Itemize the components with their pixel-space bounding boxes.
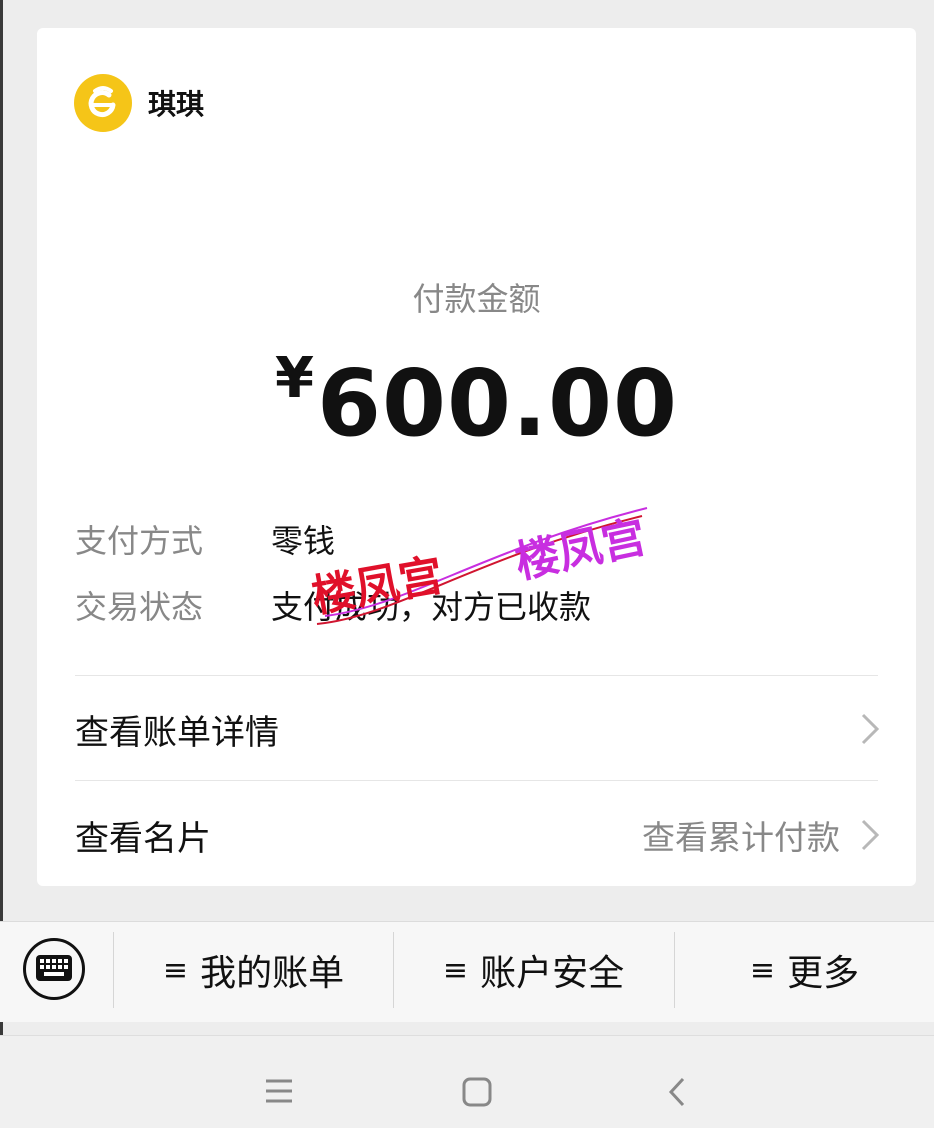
payee[interactable]: 琪琪 bbox=[74, 74, 204, 132]
payment-method-label: 支付方式 bbox=[75, 522, 204, 560]
service-menu-bar: ≡ 我的账单 ≡ 账户安全 ≡ 更多 bbox=[0, 921, 934, 1022]
menu-icon[interactable] bbox=[264, 1078, 294, 1104]
chevron-right-icon bbox=[861, 713, 880, 745]
menu-icon: ≡ bbox=[442, 952, 469, 988]
keyboard-icon bbox=[36, 955, 72, 981]
watermark-text-purple: 楼凤宫 bbox=[511, 511, 651, 588]
payment-amount: ¥600.00 bbox=[37, 346, 916, 457]
transaction-status-value: 支付成功，对方已收款 bbox=[271, 588, 592, 626]
view-card-label: 查看名片 bbox=[75, 818, 211, 859]
divider bbox=[75, 780, 878, 781]
menu-my-bills[interactable]: ≡ 我的账单 bbox=[114, 922, 393, 1018]
menu-more-label: 更多 bbox=[787, 953, 860, 994]
payee-name: 琪琪 bbox=[148, 88, 205, 121]
currency-symbol: ¥ bbox=[275, 346, 315, 411]
menu-account-security[interactable]: ≡ 账户安全 bbox=[394, 922, 673, 1018]
bill-details-label: 查看账单详情 bbox=[75, 712, 279, 753]
payment-method-row: 支付方式 零钱 bbox=[75, 516, 335, 562]
payment-method-value: 零钱 bbox=[271, 522, 336, 560]
menu-my-bills-label: 我的账单 bbox=[200, 953, 345, 994]
keyboard-toggle-button[interactable] bbox=[23, 938, 85, 1000]
payee-logo-icon bbox=[74, 74, 132, 132]
transaction-status-label: 交易状态 bbox=[75, 588, 204, 626]
home-icon[interactable] bbox=[461, 1076, 493, 1108]
amount-value: 600.00 bbox=[316, 350, 678, 457]
divider bbox=[75, 675, 878, 676]
menu-account-security-label: 账户安全 bbox=[480, 953, 625, 994]
back-icon[interactable] bbox=[666, 1076, 688, 1108]
cumulative-payments-link[interactable]: 查看累计付款 bbox=[642, 811, 882, 859]
payment-card: 琪琪 付款金额 ¥600.00 支付方式 零钱 交易状态 支付成功，对方已收款 … bbox=[37, 28, 916, 886]
amount-label: 付款金额 bbox=[412, 280, 541, 318]
transaction-status-row: 交易状态 支付成功，对方已收款 bbox=[75, 582, 591, 628]
system-nav-bar bbox=[0, 1035, 934, 1128]
view-card-link[interactable]: 查看名片 查看累计付款 bbox=[75, 805, 882, 865]
chevron-right-icon bbox=[861, 819, 880, 851]
cumulative-payments-label: 查看累计付款 bbox=[642, 818, 840, 857]
menu-more[interactable]: ≡ 更多 bbox=[675, 922, 934, 1018]
bill-details-link[interactable]: 查看账单详情 bbox=[75, 699, 882, 759]
menu-icon: ≡ bbox=[749, 952, 776, 988]
menu-icon: ≡ bbox=[162, 952, 189, 988]
